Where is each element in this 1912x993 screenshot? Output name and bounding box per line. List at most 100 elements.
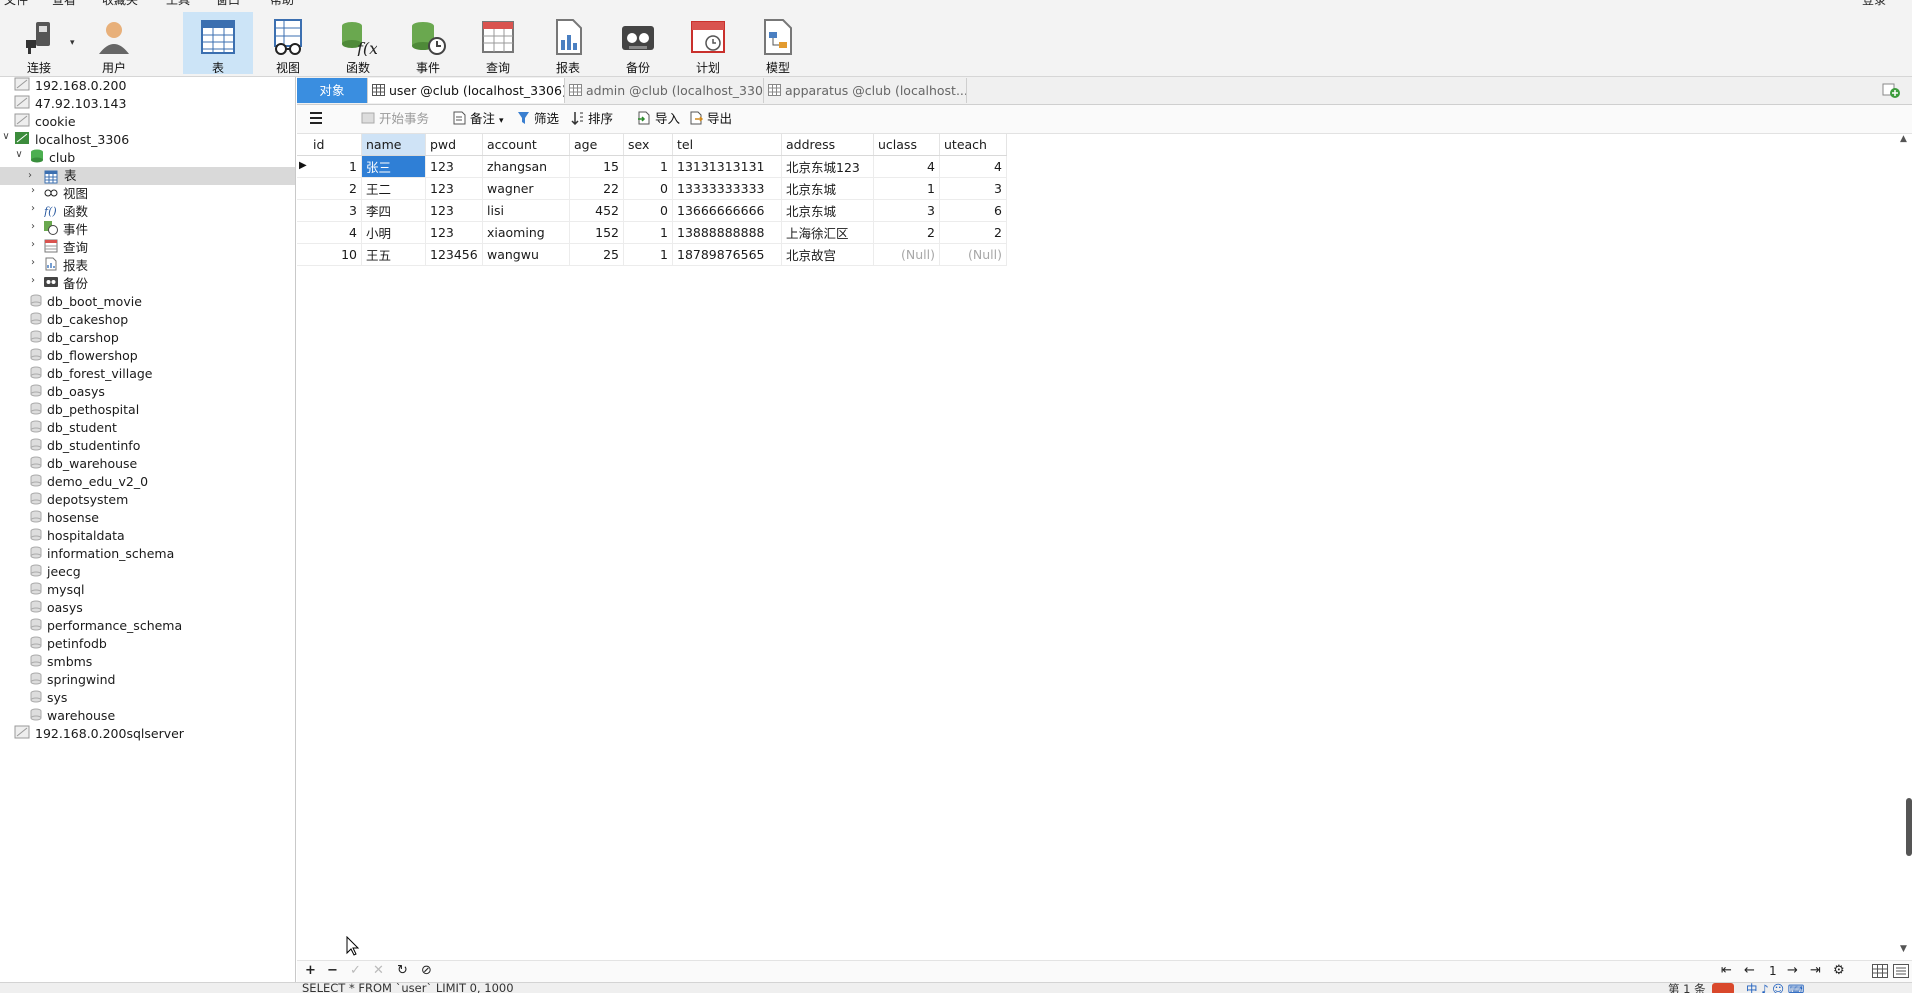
cell-uteach[interactable]: (Null)	[939, 243, 1007, 266]
vertical-scrollbar[interactable]: ▲ ▼	[1898, 134, 1912, 960]
toolbar-schedule-button[interactable]: 计划	[673, 12, 743, 75]
cell-sex[interactable]: 1	[623, 243, 673, 266]
tree-connection-localhost-3306[interactable]: localhost_3306	[14, 131, 129, 149]
settings-gear-icon[interactable]: ⚙	[1833, 963, 1845, 978]
expand-arrow-icon[interactable]: ›	[28, 203, 38, 214]
sort-button[interactable]: 排序	[571, 110, 613, 128]
cell-name[interactable]: 小明	[361, 221, 426, 244]
tree-category-functions[interactable]: f() 函数	[43, 203, 88, 221]
cell-pwd[interactable]: 123	[425, 221, 483, 244]
cell-address[interactable]: 上海徐汇区	[781, 221, 874, 244]
cell-age[interactable]: 152	[569, 221, 624, 244]
toolbar-backup-button[interactable]: 备份	[603, 12, 673, 75]
cell-uclass[interactable]: (Null)	[873, 243, 940, 266]
new-tab-icon[interactable]	[1882, 81, 1900, 103]
menu-favorites[interactable]: 收藏夹	[102, 0, 138, 8]
toolbar-report-button[interactable]: 报表	[533, 12, 603, 75]
cell-sex[interactable]: 0	[623, 199, 673, 222]
form-view-icon[interactable]	[1893, 964, 1909, 982]
menu-view[interactable]: 查看	[52, 0, 76, 8]
tree-database-item[interactable]: db_forest_village	[30, 365, 153, 383]
export-button[interactable]: 导出	[689, 110, 732, 128]
begin-transaction-button[interactable]: 开始事务	[361, 110, 429, 128]
tree-database-item[interactable]: db_cakeshop	[30, 311, 128, 329]
tab-admin-table[interactable]: admin @club (localhost_330...	[565, 78, 764, 103]
column-header-uclass[interactable]: uclass	[873, 134, 940, 156]
tree-database-item[interactable]: demo_edu_v2_0	[30, 473, 148, 491]
cell-uclass[interactable]: 3	[873, 199, 940, 222]
cell-age[interactable]: 452	[569, 199, 624, 222]
chevron-down-icon[interactable]: ▾	[499, 116, 504, 126]
expand-arrow-icon[interactable]: ›	[28, 167, 32, 185]
menu-hamburger-icon[interactable]	[309, 111, 323, 129]
apply-check-icon[interactable]: ✓	[350, 963, 361, 978]
table-row[interactable]: 4 小明 123 xiaoming 152 1 13888888888 上海徐汇区 2 2	[297, 221, 1007, 244]
column-header-id[interactable]: id	[297, 134, 362, 156]
refresh-icon[interactable]: ↻	[397, 963, 408, 978]
tree-database-club[interactable]: club	[30, 149, 75, 167]
cell-name[interactable]: 李四	[361, 199, 426, 222]
delete-record-icon[interactable]: −	[327, 963, 338, 978]
column-header-account[interactable]: account	[482, 134, 570, 156]
tree-database-item[interactable]: depotsystem	[30, 491, 128, 509]
expand-arrow-icon[interactable]: ›	[28, 257, 38, 268]
table-row[interactable]: 1 张三 123 zhangsan 15 1 13131313131 北京东城123 4 4	[297, 155, 1007, 178]
table-row[interactable]: 10 王五 123456 wangwu 25 1 18789876565 北京故宫 (Null)…	[297, 243, 1007, 266]
cell-tel[interactable]: 13666666666	[672, 199, 782, 222]
page-number[interactable]: 1	[1769, 964, 1777, 978]
cell-uteach[interactable]: 3	[939, 177, 1007, 200]
tree-category-backups[interactable]: 备份	[44, 275, 88, 293]
tree-connection-192-168-0-200[interactable]: 192.168.0.200	[14, 77, 126, 95]
tree-database-item[interactable]: db_student	[30, 419, 117, 437]
tree-database-item[interactable]: db_flowershop	[30, 347, 138, 365]
menu-file[interactable]: 文件	[4, 0, 28, 8]
cell-address[interactable]: 北京东城	[781, 177, 874, 200]
cell-uclass[interactable]: 1	[873, 177, 940, 200]
cell-pwd[interactable]: 123456	[425, 243, 483, 266]
tree-database-item[interactable]: db_boot_movie	[30, 293, 142, 311]
tree-database-item[interactable]: db_studentinfo	[30, 437, 140, 455]
tree-database-item[interactable]: hosense	[30, 509, 99, 527]
tree-database-item[interactable]: performance_schema	[30, 617, 182, 635]
next-page-icon[interactable]: →	[1787, 963, 1798, 978]
filter-button[interactable]: 筛选	[517, 110, 559, 128]
toolbar-event-button[interactable]: 事件	[393, 12, 463, 75]
discard-x-icon[interactable]: ✕	[373, 963, 384, 978]
cell-pwd[interactable]: 123	[425, 199, 483, 222]
cell-uclass[interactable]: 4	[873, 155, 940, 178]
menu-window[interactable]: 窗口	[216, 0, 240, 8]
collapse-arrow-icon[interactable]: ∨	[14, 149, 24, 160]
tree-database-item[interactable]: hospitaldata	[30, 527, 125, 545]
tree-database-item[interactable]: db_warehouse	[30, 455, 137, 473]
menu-help[interactable]: 帮助	[270, 0, 294, 8]
cell-sex[interactable]: 1	[623, 221, 673, 244]
cell-account[interactable]: wangwu	[482, 243, 570, 266]
toolbar-function-button[interactable]: f(x) 函数	[323, 12, 393, 75]
cell-address[interactable]: 北京故宫	[781, 243, 874, 266]
cell-name[interactable]: 王二	[361, 177, 426, 200]
connection-tree[interactable]: 192.168.0.200 47.92.103.143 cookie ∨ loc…	[0, 77, 296, 982]
tree-category-views[interactable]: 视图	[44, 185, 88, 203]
cell-uteach[interactable]: 4	[939, 155, 1007, 178]
cell-age[interactable]: 22	[569, 177, 624, 200]
first-page-icon[interactable]: ⇤	[1721, 963, 1732, 978]
cell-name[interactable]: 张三	[361, 155, 426, 178]
cell-uteach[interactable]: 2	[939, 221, 1007, 244]
column-header-sex[interactable]: sex	[623, 134, 673, 156]
cell-name[interactable]: 王五	[361, 243, 426, 266]
chevron-down-icon[interactable]: ▾	[70, 38, 75, 48]
tree-connection-cookie[interactable]: cookie	[14, 113, 76, 131]
last-page-icon[interactable]: ⇥	[1810, 963, 1821, 978]
column-header-tel[interactable]: tel	[672, 134, 782, 156]
tree-database-item[interactable]: db_pethospital	[30, 401, 139, 419]
toolbar-query-button[interactable]: 查询	[463, 12, 533, 75]
tree-category-reports[interactable]: 报表	[44, 257, 88, 275]
cell-id[interactable]: 4	[297, 221, 362, 244]
cell-tel[interactable]: 13888888888	[672, 221, 782, 244]
expand-arrow-icon[interactable]: ›	[28, 275, 38, 286]
login-link[interactable]: 登录	[1862, 0, 1886, 8]
tree-database-item[interactable]: information_schema	[30, 545, 174, 563]
tree-database-item[interactable]: springwind	[30, 671, 115, 689]
expand-arrow-icon[interactable]: ›	[28, 185, 38, 196]
tree-database-item[interactable]: db_carshop	[30, 329, 119, 347]
